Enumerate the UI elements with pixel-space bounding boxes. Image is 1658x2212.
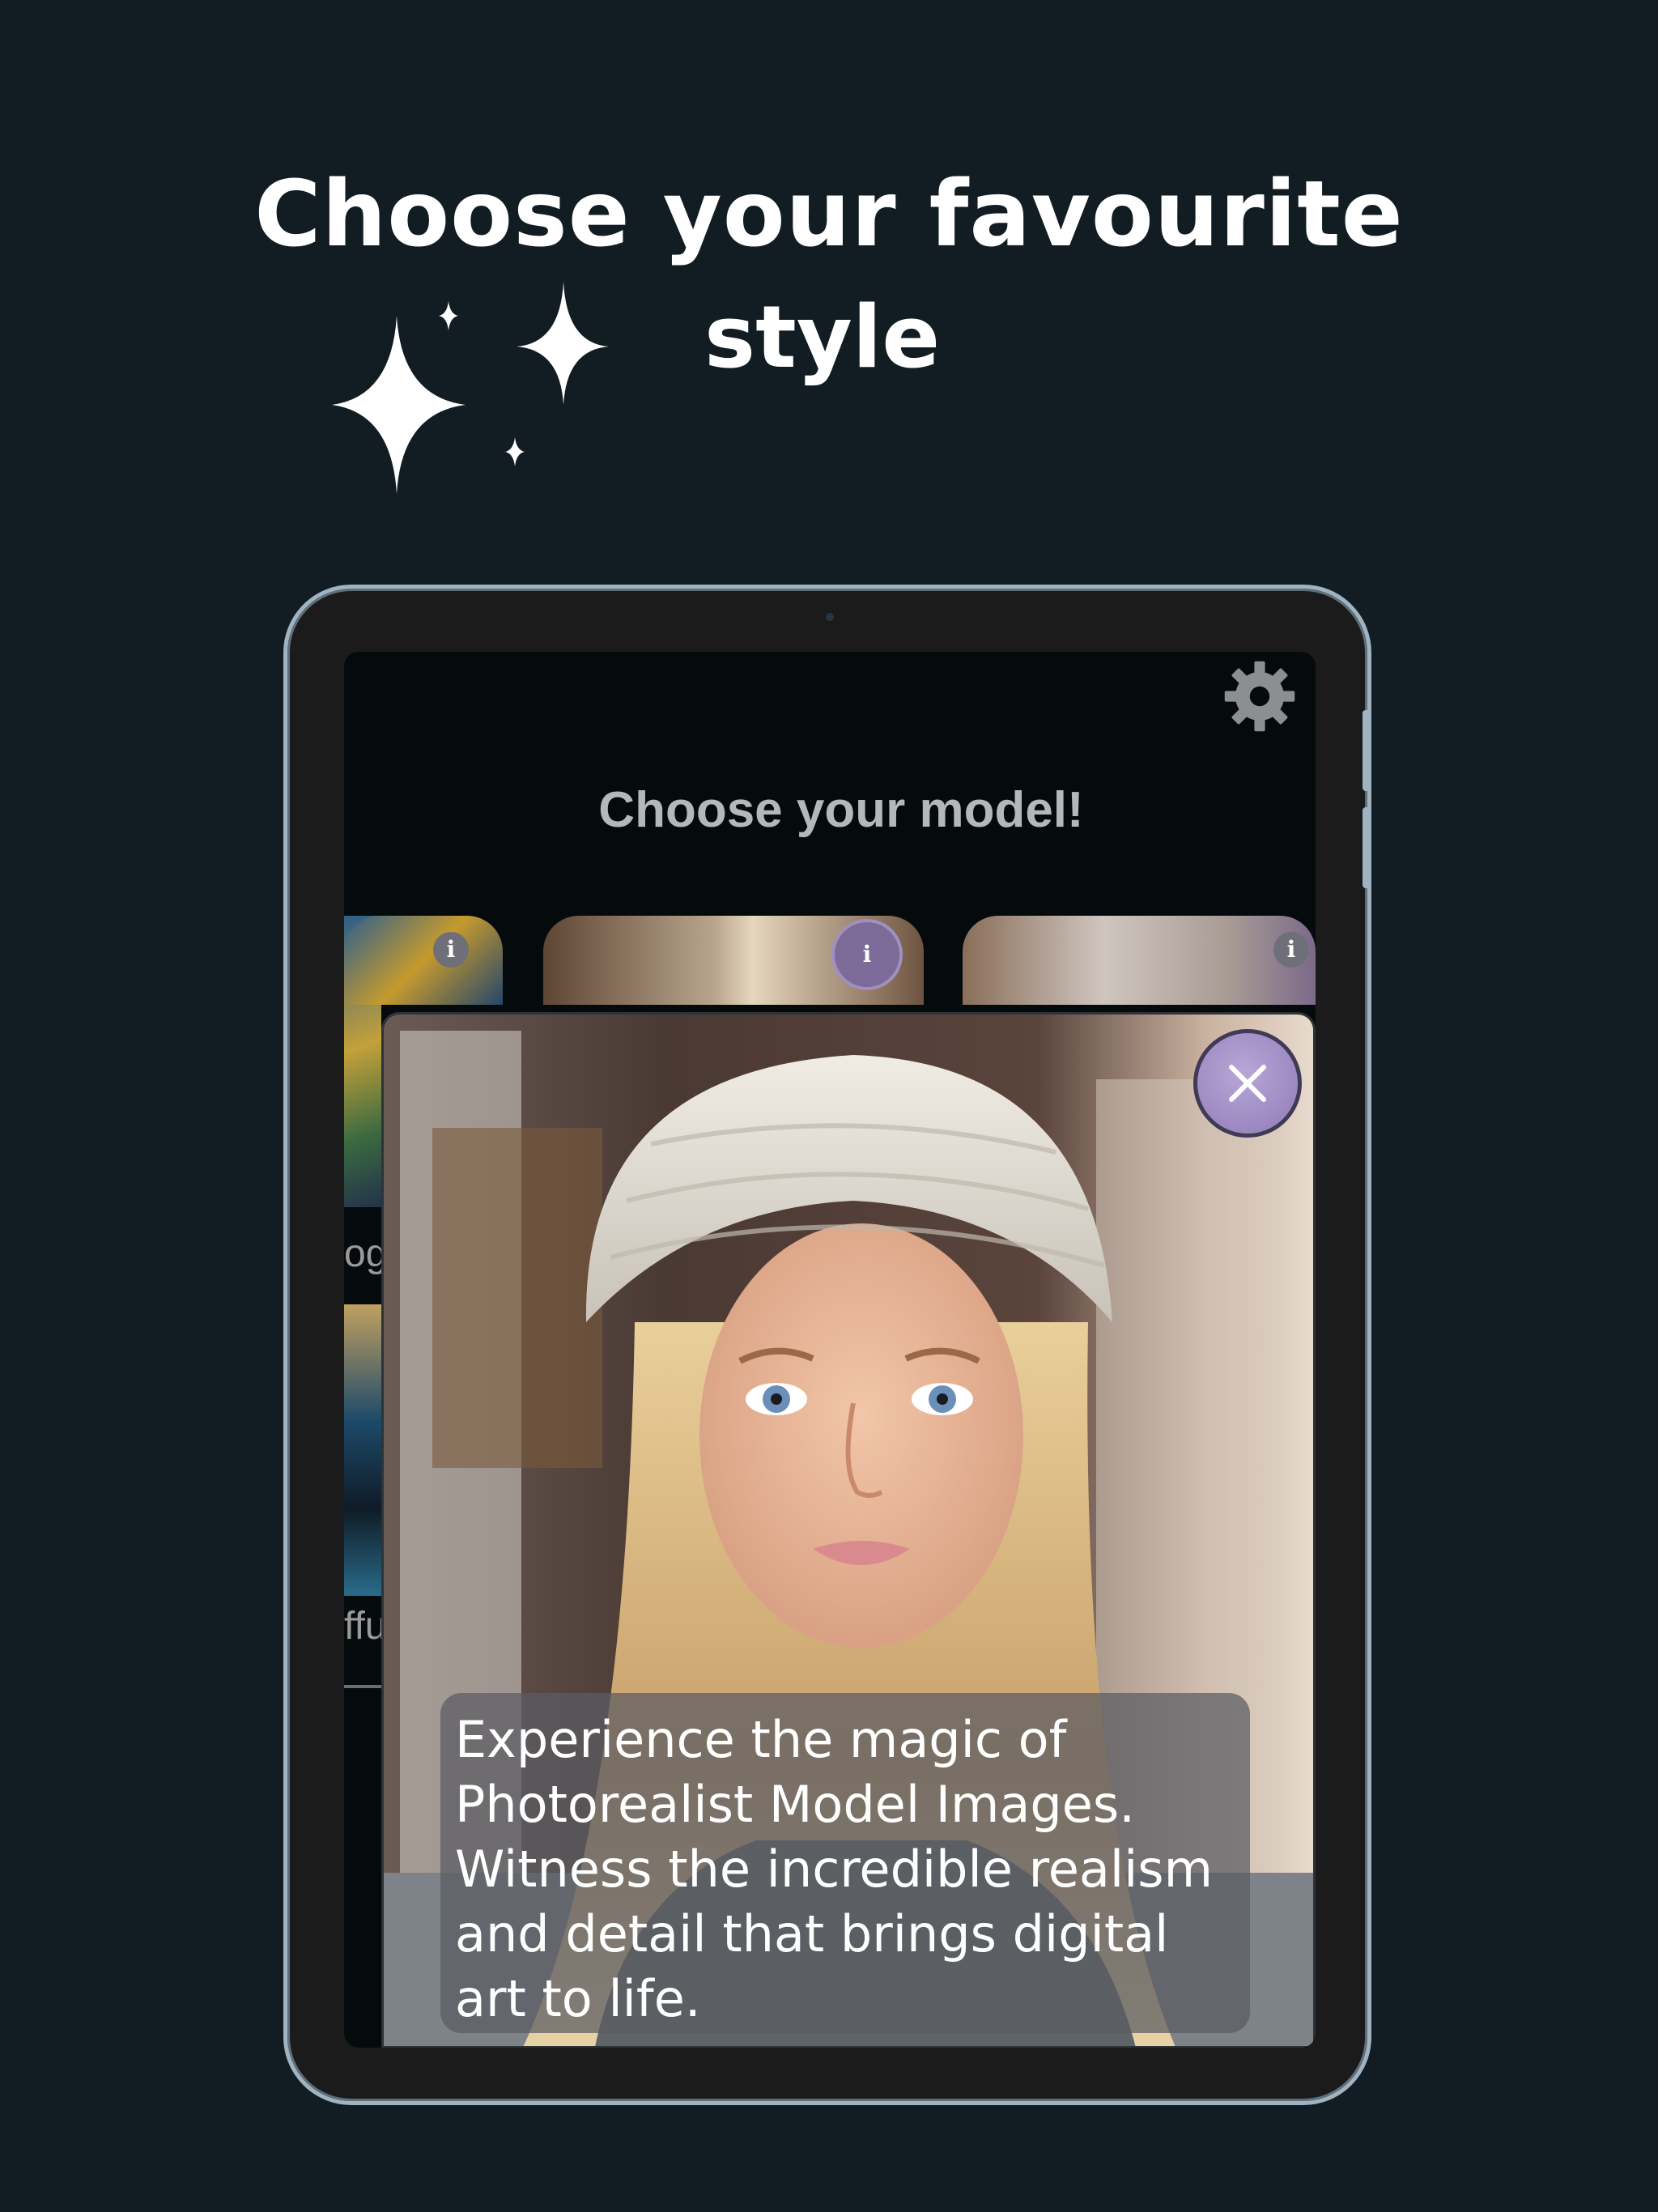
close-button[interactable] bbox=[1193, 1029, 1302, 1138]
volume-button bbox=[1363, 807, 1371, 888]
model-thumbnail[interactable]: i bbox=[543, 916, 924, 1005]
gear-icon[interactable] bbox=[1222, 658, 1298, 734]
model-card-label: ffu bbox=[344, 1605, 381, 1648]
model-card-label: og bbox=[344, 1232, 381, 1275]
headline-line-2: style bbox=[704, 287, 941, 387]
model-preview-popup: Experience the magic of Photorealist Mod… bbox=[381, 1012, 1316, 2048]
model-thumbnail[interactable]: i bbox=[963, 916, 1316, 1005]
info-icon[interactable]: i bbox=[433, 932, 469, 968]
model-description: Experience the magic of Photorealist Mod… bbox=[440, 1693, 1250, 2033]
tablet-frame: Choose your model! og ffu i i i Experien… bbox=[283, 585, 1371, 2105]
headline-line-1: Choose your favourite bbox=[254, 162, 1404, 267]
model-card-partial[interactable]: og ffu bbox=[344, 916, 381, 2048]
sparkles-icon bbox=[332, 282, 609, 494]
page-title: Choose your model! bbox=[598, 782, 1084, 838]
app-screen: Choose your model! og ffu i i i Experien… bbox=[344, 652, 1316, 2048]
front-camera bbox=[826, 613, 834, 621]
info-icon[interactable]: i bbox=[831, 919, 903, 990]
model-thumbnail[interactable]: i bbox=[344, 916, 503, 1005]
info-icon[interactable]: i bbox=[1273, 932, 1309, 968]
volume-button bbox=[1363, 710, 1371, 791]
close-icon bbox=[1229, 1065, 1266, 1102]
